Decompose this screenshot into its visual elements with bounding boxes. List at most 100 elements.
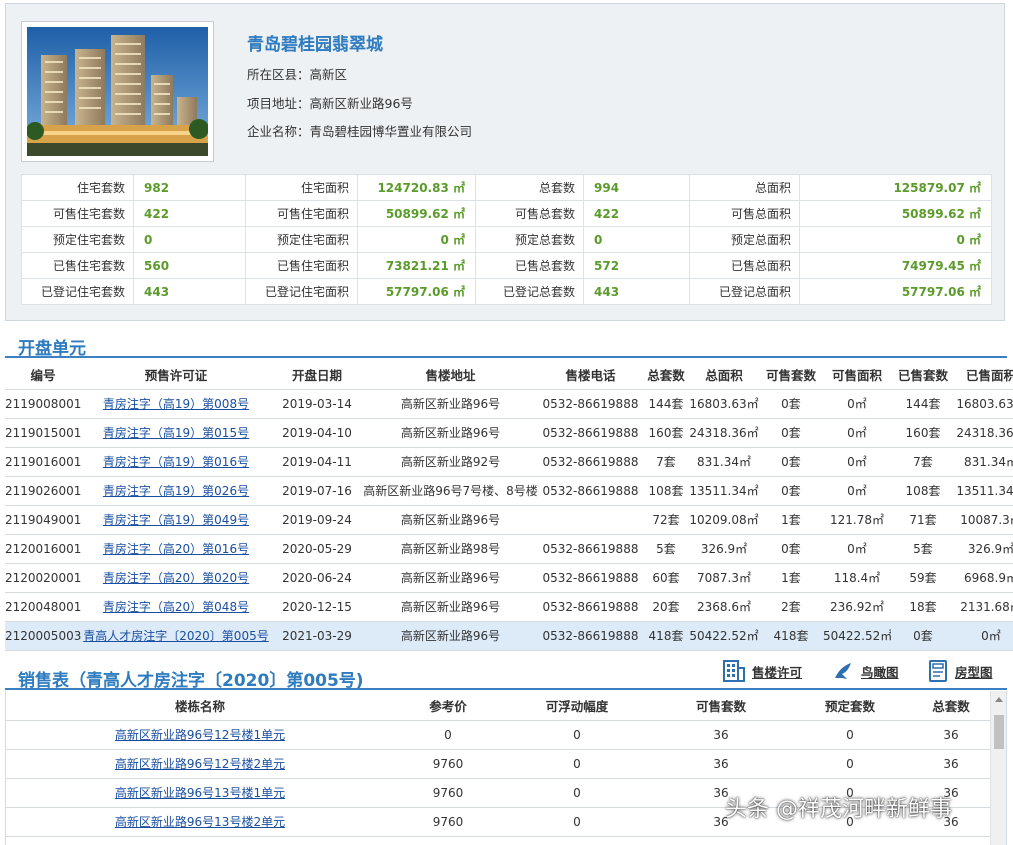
sales-cell: 0: [502, 778, 652, 808]
building-photo-image: [27, 27, 208, 156]
sales-cell: 0: [502, 720, 652, 750]
stats-value: 443: [133, 278, 246, 305]
units-cell: 2019-03-14: [271, 389, 363, 419]
permit-link[interactable]: 青房注字（高19）第026号: [103, 484, 249, 498]
stats-label: 住宅套数: [21, 174, 134, 201]
units-cell: 高新区新业路96号: [363, 389, 538, 419]
permit-link[interactable]: 青房注字（高20）第048号: [103, 600, 249, 614]
units-row[interactable]: 2119026001 青房注字（高19）第026号 2019-07-16 高新区新业路…: [5, 476, 1013, 506]
sales-scrollbar[interactable]: [990, 691, 1006, 845]
permit-link[interactable]: 青房注字（高19）第015号: [103, 426, 249, 440]
sales-cell: 0: [790, 720, 910, 750]
units-row[interactable]: 2120048001 青房注字（高20）第048号 2020-12-15 高新区新业路…: [5, 592, 1013, 622]
project-company: 企业名称：青岛碧桂园博华置业有限公司: [247, 124, 473, 139]
units-cell: 831.34㎡: [689, 447, 759, 477]
watermark: 头条 @祥茂河畔新鲜事: [725, 797, 952, 822]
permit-cell: 青房注字（高19）第016号: [81, 447, 271, 477]
units-cell: 0㎡: [823, 447, 891, 477]
units-column-header: 已售套数: [891, 360, 955, 390]
project-photo: [21, 21, 214, 162]
stats-value: 0: [133, 226, 246, 253]
units-cell: 16803.63㎡: [689, 389, 759, 419]
units-column-header: 预售许可证: [81, 360, 271, 390]
stats-label: 已售总面积: [689, 252, 800, 279]
stats-value: 50899.62 ㎡: [357, 200, 476, 227]
units-cell: 2020-06-24: [271, 563, 363, 593]
units-row[interactable]: 2120020001 青房注字（高20）第020号 2020-06-24 高新区新业路…: [5, 563, 1013, 593]
units-cell: 7套: [643, 447, 689, 477]
units-cell: 13511.34㎡: [955, 476, 1013, 506]
units-cell: 418套: [643, 621, 689, 651]
units-cell: 20套: [643, 592, 689, 622]
permit-link[interactable]: 青房注字（高19）第016号: [103, 455, 249, 469]
units-cell: 1套: [759, 505, 823, 535]
stats-value: 124720.83 ㎡: [357, 174, 476, 201]
building-name-cell: 高新区新业路96号13号楼2单元: [6, 807, 394, 837]
units-cell: 121.78㎡: [823, 505, 891, 535]
permit-cell: 青房注字（高20）第016号: [81, 534, 271, 564]
stats-label: 可售总套数: [475, 200, 584, 227]
units-cell: 高新区新业路96号: [363, 505, 538, 535]
sales-column-header: 总套数: [910, 691, 992, 721]
permit-cell: 青房注字（高20）第020号: [81, 563, 271, 593]
units-cell: 7套: [891, 447, 955, 477]
floor-plan-label: 房型图: [955, 664, 993, 680]
permit-link[interactable]: 青房注字（高20）第020号: [103, 571, 249, 585]
sales-cell: 36: [652, 720, 790, 750]
building-link[interactable]: 高新区新业路96号12号楼1单元: [115, 728, 285, 742]
permit-link[interactable]: 青房注字（高19）第008号: [103, 397, 249, 411]
units-row[interactable]: 2119008001 青房注字（高19）第008号 2019-03-14 高新区新业路…: [5, 389, 1013, 419]
sales-row: 高新区新业路96号12号楼1单元 0 0 36 0 36: [6, 720, 992, 750]
units-row[interactable]: 2120005003 青高人才房注字〔2020〕第005号 2021-03-29 高新…: [5, 621, 1013, 651]
scroll-up-arrow-icon[interactable]: [995, 697, 1003, 702]
units-cell: 0532-86619888: [538, 592, 643, 622]
sales-cell: 36: [652, 749, 790, 779]
building-link[interactable]: 高新区新业路96号13号楼1单元: [115, 786, 285, 800]
units-cell: 0532-86619888: [538, 418, 643, 448]
stats-label: 已售总套数: [475, 252, 584, 279]
permit-link[interactable]: 青房注字（高19）第049号: [103, 513, 249, 527]
aerial-view-link[interactable]: 鸟瞰图: [833, 660, 899, 682]
units-cell: 2套: [759, 592, 823, 622]
floor-plan-link[interactable]: 房型图: [927, 660, 993, 682]
units-cell: 7087.3㎡: [689, 563, 759, 593]
units-cell: 2120048001: [5, 592, 81, 622]
units-cell: 60套: [643, 563, 689, 593]
units-cell: 2131.68㎡: [955, 592, 1013, 622]
building-name-cell: 高新区新业路96号12号楼2单元: [6, 749, 394, 779]
permit-link[interactable]: 青房注字（高20）第016号: [103, 542, 249, 556]
units-row[interactable]: 2119015001 青房注字（高19）第015号 2019-04-10 高新区新业路…: [5, 418, 1013, 448]
units-cell: 0532-86619888: [538, 621, 643, 651]
units-cell: 2120005003: [5, 621, 81, 651]
building-link[interactable]: 高新区新业路96号12号楼2单元: [115, 757, 285, 771]
stats-value: 422: [133, 200, 246, 227]
stats-row: 已售住宅套数 560 已售住宅面积 73821.21 ㎡已售总套数 572 已售总面积 74…: [21, 252, 992, 279]
units-cell: 0532-86619888: [538, 534, 643, 564]
units-column-header: 编号: [5, 360, 81, 390]
units-cell: 2119008001: [5, 389, 81, 419]
scroll-thumb[interactable]: [994, 715, 1004, 749]
stats-label: 预定住宅面积: [245, 226, 358, 253]
units-cell: 高新区新业路96号: [363, 592, 538, 622]
units-cell: [538, 505, 643, 535]
sale-permit-link[interactable]: 售楼许可: [722, 660, 802, 682]
units-cell: 108套: [891, 476, 955, 506]
units-cell: 831.34㎡: [955, 447, 1013, 477]
units-cell: 50422.52㎡: [823, 621, 891, 651]
project-address: 项目地址：高新区新业路96号: [247, 96, 413, 111]
units-cell: 0套: [759, 534, 823, 564]
stats-value: 125879.07 ㎡: [799, 174, 992, 201]
units-cell: 144套: [643, 389, 689, 419]
stats-value: 73821.21 ㎡: [357, 252, 476, 279]
stats-label: 已登记总面积: [689, 278, 800, 305]
building-link[interactable]: 高新区新业路96号13号楼2单元: [115, 815, 285, 829]
units-cell: 1套: [759, 563, 823, 593]
stats-value: 0: [583, 226, 690, 253]
units-row[interactable]: 2119049001 青房注字（高19）第049号 2019-09-24 高新区新业路…: [5, 505, 1013, 535]
stats-label: 总面积: [689, 174, 800, 201]
units-row[interactable]: 2120016001 青房注字（高20）第016号 2020-05-29 高新区新业路…: [5, 534, 1013, 564]
stats-value: 57797.06 ㎡: [357, 278, 476, 305]
units-row[interactable]: 2119016001 青房注字（高19）第016号 2019-04-11 高新区新业路…: [5, 447, 1013, 477]
sales-cell: 9760: [394, 807, 502, 837]
permit-link[interactable]: 青高人才房注字〔2020〕第005号: [83, 629, 268, 643]
